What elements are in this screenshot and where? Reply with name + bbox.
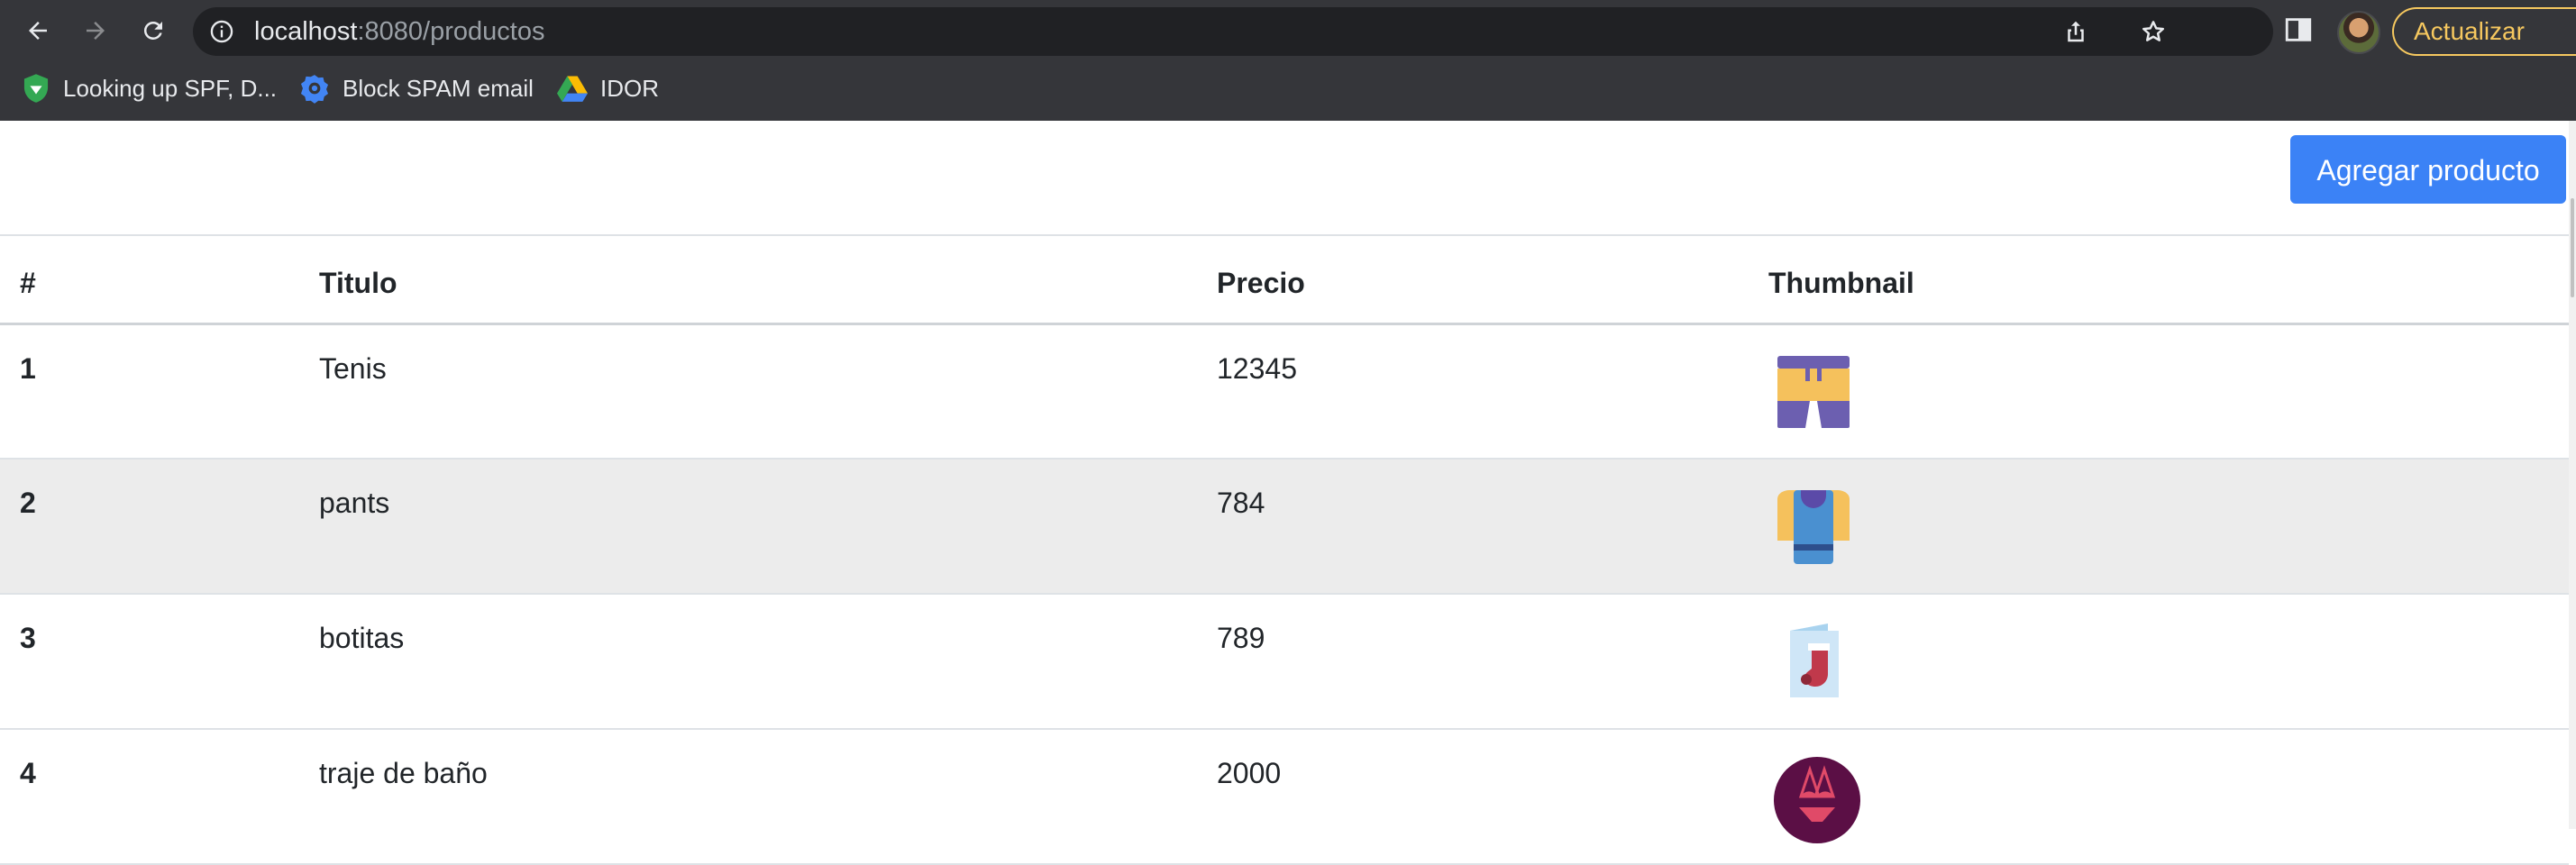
info-icon[interactable] (209, 19, 234, 44)
bookmark-label: Looking up SPF, D... (63, 74, 278, 102)
row-price: 789 (1217, 622, 1265, 654)
table-row: 3 botitas 789 (0, 594, 2569, 729)
row-number: 1 (20, 351, 36, 385)
column-header-number: # (20, 267, 36, 299)
row-title: pants (319, 487, 390, 519)
bookmark-idor[interactable]: IDOR (557, 70, 659, 106)
products-table: # Titulo Precio Thumbnail 1 Tenis 12345 (0, 234, 2569, 865)
row-thumbnail (1768, 594, 2569, 729)
bookmark-label: Block SPAM email (343, 74, 534, 102)
back-button[interactable] (16, 9, 59, 52)
table-row: 4 traje de baño 2000 (0, 729, 2569, 864)
row-number: 2 (20, 487, 36, 519)
reload-button[interactable] (132, 9, 175, 52)
side-panel-icon[interactable] (2283, 14, 2314, 45)
row-number: 4 (20, 757, 36, 789)
drive-icon (557, 76, 588, 102)
back-icon (29, 22, 47, 40)
add-product-button[interactable]: Agregar producto (2290, 135, 2566, 204)
row-title: botitas (319, 622, 405, 654)
row-thumbnail (1768, 459, 2569, 594)
table-row: 1 Tenis 12345 (0, 323, 2569, 459)
bookmark-block-spam[interactable]: Block SPAM email (299, 70, 534, 106)
column-header-price: Precio (1217, 267, 1305, 299)
shield-icon (23, 74, 49, 103)
row-title: Tenis (319, 351, 387, 385)
row-price: 12345 (1217, 351, 1297, 385)
gear-icon (300, 75, 329, 104)
column-header-title: Titulo (319, 267, 397, 299)
table-row: 2 pants 784 (0, 459, 2569, 594)
url-path: :8080/productos (357, 17, 545, 46)
row-number: 3 (20, 622, 36, 654)
avatar[interactable] (2337, 11, 2380, 54)
bookmark-spf[interactable]: Looking up SPF, D... (22, 70, 277, 106)
page-content: Agregar producto # Titulo Precio Thumbna… (0, 121, 2576, 864)
row-thumbnail (1768, 729, 2569, 864)
url-host: localhost (254, 17, 358, 46)
row-price: 2000 (1217, 757, 1282, 789)
reload-icon (143, 21, 162, 40)
bookmark-label: IDOR (600, 74, 659, 102)
browser-chrome: localhost:8080/productos Actualizar Look… (0, 0, 2576, 121)
scrollbar-thumb[interactable] (2571, 198, 2574, 297)
update-button[interactable]: Actualizar (2392, 7, 2576, 56)
star-icon[interactable] (2140, 18, 2167, 45)
forward-button[interactable] (74, 9, 117, 52)
sock-card-icon (1790, 624, 1839, 697)
forward-icon (87, 22, 105, 40)
shorts-icon (1777, 355, 1850, 428)
address-bar[interactable]: localhost:8080/productos (193, 7, 2273, 56)
table-header-row: # Titulo Precio Thumbnail (0, 235, 2569, 323)
vertical-scrollbar[interactable] (2569, 121, 2576, 829)
bikini-icon (1774, 757, 1860, 843)
url-text[interactable]: localhost:8080/productos (254, 7, 544, 56)
column-header-thumbnail: Thumbnail (1768, 267, 1914, 299)
row-price: 784 (1217, 487, 1265, 519)
row-title: traje de baño (319, 757, 488, 789)
row-thumbnail (1768, 323, 2569, 459)
shirt-icon (1777, 490, 1850, 564)
share-icon[interactable] (2062, 18, 2089, 45)
